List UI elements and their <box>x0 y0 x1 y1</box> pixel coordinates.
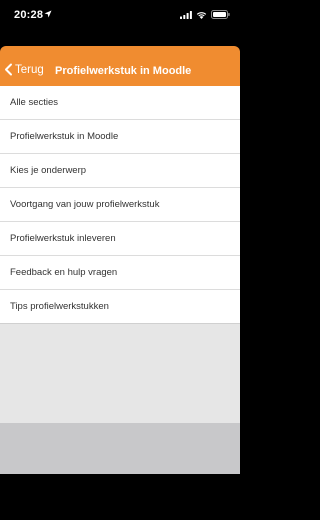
wifi-icon <box>196 11 207 19</box>
list-item[interactable]: Kies je onderwerp <box>0 154 240 188</box>
home-indicator-area <box>0 474 240 520</box>
main-content: Alle secties Profielwerkstuk in Moodle K… <box>0 86 240 423</box>
list-item[interactable]: Voortgang van jouw profielwerkstuk <box>0 188 240 222</box>
cellular-signal-icon <box>180 10 192 19</box>
list-item[interactable]: Profielwerkstuk in Moodle <box>0 120 240 154</box>
page-title: Profielwerkstuk in Moodle <box>55 65 192 77</box>
list-item[interactable]: Tips profielwerkstukken <box>0 290 240 324</box>
section-list: Alle secties Profielwerkstuk in Moodle K… <box>0 86 240 324</box>
status-time: 20:28 <box>14 9 44 21</box>
battery-icon <box>211 10 230 19</box>
bottom-panel <box>0 423 240 474</box>
status-bar: 20:28 <box>0 0 240 46</box>
back-button[interactable]: Terug <box>4 63 44 76</box>
location-arrow-icon <box>44 10 52 18</box>
back-label: Terug <box>15 63 44 76</box>
status-icons <box>180 10 230 19</box>
chevron-left-icon <box>5 63 12 76</box>
list-item[interactable]: Profielwerkstuk inleveren <box>0 222 240 256</box>
list-item[interactable]: Feedback en hulp vragen <box>0 256 240 290</box>
list-item[interactable]: Alle secties <box>0 86 240 120</box>
